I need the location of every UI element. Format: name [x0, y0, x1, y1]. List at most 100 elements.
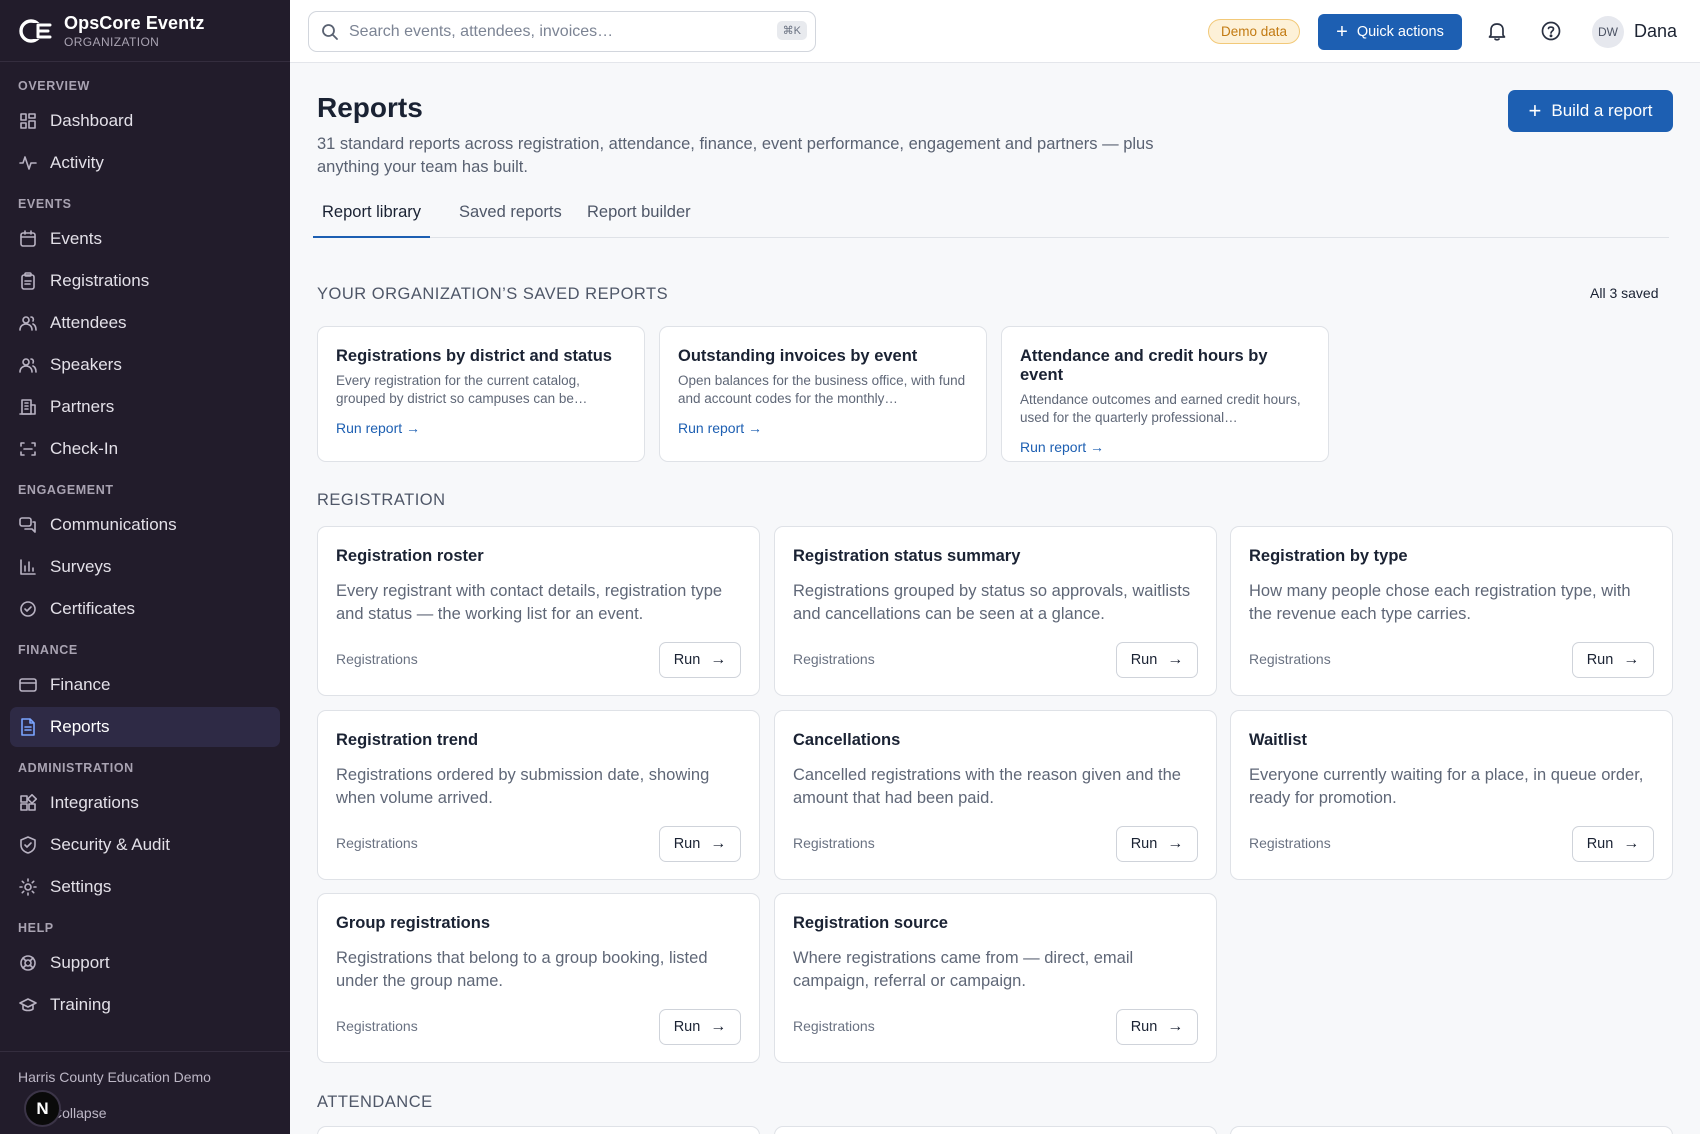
report-category: Registrations: [793, 651, 875, 667]
gear-icon: [19, 878, 37, 896]
arrow-right-icon: →: [1090, 439, 1105, 455]
n-badge-icon[interactable]: N: [24, 1090, 61, 1127]
lifebuoy-icon: [20, 955, 36, 971]
run-label: Run: [1130, 652, 1158, 668]
build-report-label: Build a report: [1551, 101, 1653, 120]
saved-report-title: Registrations by district and status: [336, 347, 612, 365]
arrow-right-icon: →: [1167, 835, 1184, 852]
sidebar-item-label: Settings: [50, 877, 112, 896]
sidebar-item-attendees[interactable]: Attendees: [10, 303, 280, 343]
run-report-link[interactable]: Run report →: [336, 420, 420, 436]
report-card-partial[interactable]: [774, 1126, 1217, 1134]
sidebar-item-support[interactable]: Support: [10, 943, 280, 983]
run-report-link[interactable]: Run report →: [678, 420, 762, 436]
brand[interactable]: OpsCore Eventz ORGANIZATION: [0, 0, 290, 62]
main-content: Reports 31 standard reports across regis…: [290, 63, 1700, 1134]
report-category: Registrations: [336, 651, 418, 667]
sidebar-item-dashboard[interactable]: Dashboard: [10, 101, 280, 141]
help-icon[interactable]: [1540, 20, 1562, 47]
report-title: Registration trend: [336, 731, 479, 749]
sidebar-item-speakers[interactable]: Speakers: [10, 345, 280, 385]
saved-report-title: Attendance and credit hours by event: [1020, 347, 1268, 384]
user-name[interactable]: Dana: [1634, 21, 1677, 42]
sidebar-item-registrations[interactable]: Registrations: [10, 261, 280, 301]
sidebar-item-label: Training: [50, 995, 111, 1014]
build-report-button[interactable]: + Build a report: [1508, 90, 1673, 132]
run-button[interactable]: Run →: [1572, 826, 1654, 862]
brand-subtitle: ORGANIZATION: [64, 34, 160, 49]
run-report-link[interactable]: Run report →: [1020, 439, 1104, 455]
sidebar-item-events[interactable]: Events: [10, 219, 280, 259]
sidebar-item-security-audit[interactable]: Security & Audit: [10, 825, 280, 865]
report-card[interactable]: Registration roster Every registrant wit…: [317, 526, 760, 696]
run-report-label: Run report: [1020, 439, 1087, 455]
run-label: Run: [673, 1019, 701, 1035]
sidebar-item-settings[interactable]: Settings: [10, 867, 280, 907]
sidebar-item-label: Events: [50, 229, 102, 248]
sidebar-item-label: Registrations: [50, 271, 150, 290]
report-card[interactable]: Registration by type How many people cho…: [1230, 526, 1673, 696]
tab-report-builder[interactable]: Report builder: [578, 197, 700, 238]
run-button[interactable]: Run →: [659, 642, 741, 678]
report-card[interactable]: Cancellations Cancelled registrations wi…: [774, 710, 1217, 880]
sidebar-item-finance[interactable]: Finance: [10, 665, 280, 705]
sidebar-item-check-in[interactable]: Check-In: [10, 429, 280, 469]
search-box[interactable]: ⌘K: [308, 11, 816, 52]
report-card-partial[interactable]: [1230, 1126, 1673, 1134]
run-button[interactable]: Run →: [659, 1009, 741, 1045]
run-button[interactable]: Run →: [659, 826, 741, 862]
saved-report-description: Attendance outcomes and earned credit ho…: [1020, 392, 1301, 425]
org-name: Harris County Education Demo: [18, 1069, 211, 1085]
quick-actions-label: Quick actions: [1356, 24, 1444, 40]
sidebar-item-label: Finance: [50, 675, 111, 694]
sidebar-item-communications[interactable]: Communications: [10, 505, 280, 545]
report-card-partial[interactable]: [317, 1126, 760, 1134]
arrow-right-icon: →: [1623, 835, 1640, 852]
sidebar-item-label: Reports: [50, 717, 110, 736]
run-button[interactable]: Run →: [1116, 642, 1198, 678]
arrow-right-icon: →: [710, 1018, 727, 1035]
bell-icon[interactable]: [1486, 20, 1508, 47]
sidebar-item-certificates[interactable]: Certificates: [10, 589, 280, 629]
report-title: Waitlist: [1249, 731, 1308, 749]
report-card[interactable]: Registration trend Registrations ordered…: [317, 710, 760, 880]
clipboard-icon: [21, 272, 35, 290]
sidebar-item-surveys[interactable]: Surveys: [10, 547, 280, 587]
saved-report-card[interactable]: Attendance and credit hours by event Att…: [1001, 326, 1329, 462]
run-label: Run: [1130, 1019, 1158, 1035]
badge-check-icon: [20, 601, 36, 617]
run-report-label: Run report: [678, 420, 745, 436]
activity-icon: [19, 156, 37, 170]
quick-actions-button[interactable]: + Quick actions: [1318, 14, 1462, 50]
avatar[interactable]: DW: [1592, 16, 1624, 48]
saved-report-card[interactable]: Registrations by district and status Eve…: [317, 326, 645, 462]
search-input[interactable]: [349, 22, 749, 41]
file-text-icon: [21, 718, 35, 736]
registration-heading: REGISTRATION: [317, 491, 446, 509]
run-button[interactable]: Run →: [1116, 1009, 1198, 1045]
report-card[interactable]: Registration source Where registrations …: [774, 893, 1217, 1063]
run-label: Run: [1586, 652, 1614, 668]
graduation-icon: [19, 998, 37, 1012]
sidebar-item-integrations[interactable]: Integrations: [10, 783, 280, 823]
plus-icon: +: [1528, 98, 1542, 123]
report-card[interactable]: Registration status summary Registration…: [774, 526, 1217, 696]
page-subtitle: 31 standard reports across registration,…: [317, 135, 1154, 176]
sidebar: OpsCore Eventz ORGANIZATION OVERVIEW Das…: [0, 0, 290, 1134]
sidebar-item-training[interactable]: Training: [10, 985, 280, 1025]
brand-name: OpsCore Eventz: [64, 12, 205, 33]
report-card[interactable]: Waitlist Everyone currently waiting for …: [1230, 710, 1673, 880]
saved-report-card[interactable]: Outstanding invoices by event Open balan…: [659, 326, 987, 462]
sidebar-item-reports[interactable]: Reports: [10, 707, 280, 747]
run-button[interactable]: Run →: [1116, 826, 1198, 862]
saved-count-link[interactable]: All 3 saved: [1590, 285, 1658, 301]
sidebar-item-activity[interactable]: Activity: [10, 143, 280, 183]
run-label: Run: [673, 836, 701, 852]
sidebar-item-partners[interactable]: Partners: [10, 387, 280, 427]
tab-saved-reports[interactable]: Saved reports: [450, 197, 571, 238]
arrow-right-icon: →: [710, 651, 727, 668]
tab-report-library[interactable]: Report library: [313, 197, 431, 238]
bar-chart-icon: [20, 559, 36, 575]
run-button[interactable]: Run →: [1572, 642, 1654, 678]
report-card[interactable]: Group registrations Registrations that b…: [317, 893, 760, 1063]
